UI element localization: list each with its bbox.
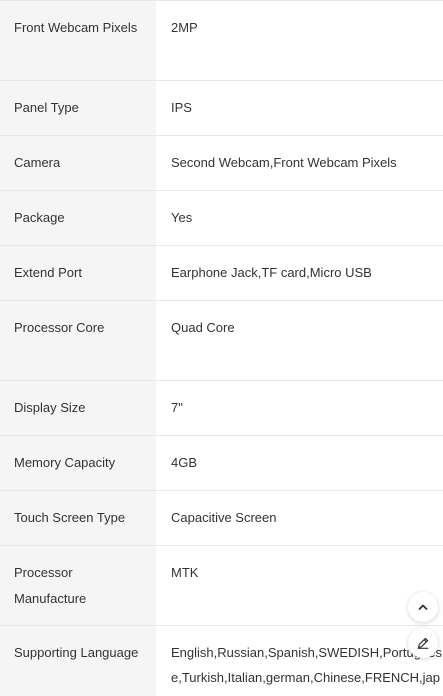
spec-row-processor-core: Processor Core Quad Core — [0, 301, 443, 381]
spec-row-front-webcam-pixels: Front Webcam Pixels 2MP — [0, 1, 443, 81]
spec-value: Quad Core — [156, 301, 443, 380]
spec-label: Display Size — [0, 381, 156, 435]
spec-label: Camera — [0, 136, 156, 190]
pencil-icon — [417, 637, 429, 649]
spec-row-extend-port: Extend Port Earphone Jack,TF card,Micro … — [0, 246, 443, 301]
spec-label: Processor Core — [0, 301, 156, 380]
spec-row-memory-capacity: Memory Capacity 4GB — [0, 436, 443, 491]
spec-value: 7" — [156, 381, 443, 435]
spec-value: Second Webcam,Front Webcam Pixels — [156, 136, 443, 190]
spec-table: Front Webcam Pixels 2MP Panel Type IPS C… — [0, 0, 443, 696]
spec-row-camera: Camera Second Webcam,Front Webcam Pixels — [0, 136, 443, 191]
spec-row-touch-screen-type: Touch Screen Type Capacitive Screen — [0, 491, 443, 546]
spec-page: Front Webcam Pixels 2MP Panel Type IPS C… — [0, 0, 443, 696]
spec-value: English,Russian,Spanish,SWEDISH,Portugue… — [156, 626, 443, 696]
spec-row-panel-type: Panel Type IPS — [0, 81, 443, 136]
spec-label: Processor Manufacture — [0, 546, 156, 625]
spec-value: Yes — [156, 191, 443, 245]
spec-value: 4GB — [156, 436, 443, 490]
spec-row-display-size: Display Size 7" — [0, 381, 443, 436]
spec-value: IPS — [156, 81, 443, 135]
spec-value: MTK — [156, 546, 443, 625]
edit-button[interactable] — [408, 628, 438, 658]
spec-row-package: Package Yes — [0, 191, 443, 246]
spec-value: Earphone Jack,TF card,Micro USB — [156, 246, 443, 300]
chevron-up-icon — [418, 604, 428, 610]
spec-label: Supporting Language — [0, 626, 156, 696]
spec-label: Front Webcam Pixels — [0, 1, 156, 80]
spec-value: Capacitive Screen — [156, 491, 443, 545]
scroll-to-top-button[interactable] — [408, 592, 438, 622]
spec-row-supporting-language: Supporting Language English,Russian,Span… — [0, 626, 443, 696]
spec-label: Touch Screen Type — [0, 491, 156, 545]
spec-value: 2MP — [156, 1, 443, 80]
spec-label: Package — [0, 191, 156, 245]
spec-label: Memory Capacity — [0, 436, 156, 490]
spec-row-processor-manufacture: Processor Manufacture MTK — [0, 546, 443, 626]
spec-label: Panel Type — [0, 81, 156, 135]
spec-label: Extend Port — [0, 246, 156, 300]
